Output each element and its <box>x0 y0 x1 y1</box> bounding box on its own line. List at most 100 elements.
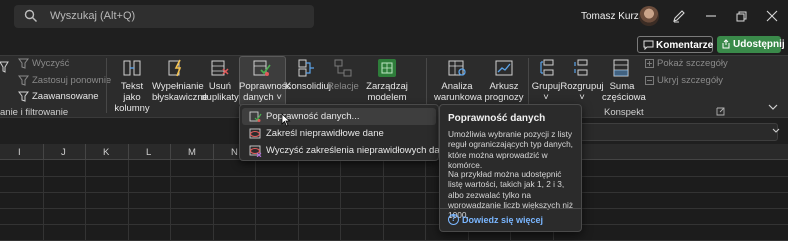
column-header-j[interactable]: J <box>61 147 66 158</box>
hide-detail-label[interactable]: Ukryj szczegóły <box>657 75 723 86</box>
ungroup-button[interactable]: Rozgrupuj ˅ <box>560 81 604 103</box>
circle-invalid-icon <box>249 128 261 139</box>
grid-column-line <box>298 160 299 241</box>
column-divider[interactable] <box>85 144 86 160</box>
group-button[interactable]: Grupuj ˅ <box>528 81 564 103</box>
flash-fill-icon <box>168 59 182 77</box>
clear-filter-label[interactable]: Wyczyść <box>32 58 69 69</box>
column-header-l[interactable]: L <box>146 147 151 158</box>
column-header-i[interactable]: I <box>18 147 21 158</box>
data-model-icon <box>378 59 396 77</box>
manage-data-model-label-1: Zarządzaj <box>366 81 408 92</box>
forecast-sheet-icon <box>495 60 513 76</box>
relationships-icon <box>334 59 352 77</box>
text-to-columns-label-1: Tekst jako <box>120 81 144 103</box>
show-detail-label[interactable]: Pokaż szczegóły <box>657 58 728 69</box>
tooltip-divider <box>440 208 581 209</box>
outline-group-label: Konspekt <box>604 107 644 118</box>
worksheet-grid[interactable] <box>0 160 788 241</box>
consolidate-icon <box>298 59 314 77</box>
comments-button[interactable]: Komentarze <box>637 36 713 53</box>
flash-fill-button[interactable]: Wypełnianie błyskawiczne <box>152 81 208 103</box>
forecast-sheet-label-2: prognozy <box>484 92 524 103</box>
menu-item-circle-invalid[interactable]: Zakreśl nieprawidłowe dane <box>242 125 436 142</box>
ungroup-icon <box>574 59 588 76</box>
group-label-2: ˅ <box>543 92 549 103</box>
menu-item-clear-circles[interactable]: Wyczyść zakreślenia nieprawidłowych dany… <box>242 142 460 159</box>
column-divider[interactable] <box>128 144 129 160</box>
search-icon <box>24 9 37 22</box>
collapse-ribbon-icon[interactable] <box>768 103 778 111</box>
remove-duplicates-label-1: Usuń <box>208 81 232 92</box>
data-validation-label-1: Poprawność <box>239 81 292 92</box>
search-box[interactable]: Wyszukaj (Alt+Q) <box>14 5 314 28</box>
data-validation-menu: Poprawność danych... Zakreśl nieprawidło… <box>239 104 460 161</box>
close-icon[interactable] <box>764 8 780 24</box>
expand-formula-bar-icon[interactable] <box>772 128 780 134</box>
remove-duplicates-button[interactable]: Usuń duplikaty <box>201 81 239 103</box>
reapply-icon <box>18 75 29 86</box>
column-header-k[interactable]: K <box>103 147 109 158</box>
menu-item-data-validation[interactable]: Poprawność danych... <box>242 108 436 125</box>
column-header-n[interactable]: N <box>231 147 238 158</box>
remove-duplicates-label-2: duplikaty <box>201 92 239 103</box>
share-label: Udostępnij <box>733 39 785 50</box>
grid-column-line <box>85 160 86 241</box>
comments-label: Komentarze <box>656 40 714 51</box>
group-label-1: Grupuj <box>531 81 561 92</box>
group-icon <box>540 59 554 76</box>
clear-filter-icon <box>18 58 29 69</box>
subtotal-icon <box>613 59 629 77</box>
grid-row-line <box>0 176 788 177</box>
grid-column-line <box>128 160 129 241</box>
minimize-icon[interactable] <box>703 8 719 24</box>
comment-icon <box>643 40 654 50</box>
text-to-columns-label-2: kolumny <box>114 103 150 114</box>
data-validation-icon <box>249 111 262 122</box>
column-divider[interactable] <box>43 144 44 160</box>
text-to-columns-button[interactable]: Tekst jako kolumny <box>111 81 153 114</box>
filter-icon[interactable] <box>0 60 10 74</box>
tooltip-example: Na przykład można udostępnić listę warto… <box>448 169 573 221</box>
share-icon <box>722 39 730 49</box>
what-if-analysis-label-1: Analiza <box>441 81 473 92</box>
column-header-m[interactable]: M <box>188 147 196 158</box>
restore-icon[interactable] <box>733 8 749 24</box>
advanced-filter-label[interactable]: Zaawansowane <box>32 91 99 102</box>
grid-column-line <box>255 160 256 241</box>
help-icon: ? <box>448 214 459 225</box>
flash-fill-label-1: Wypełnianie <box>152 81 204 92</box>
column-divider[interactable] <box>213 144 214 160</box>
forecast-sheet-button[interactable]: Arkusz prognozy <box>482 81 526 103</box>
subtotal-button[interactable]: Suma częściowa <box>602 81 646 103</box>
grid-column-line <box>340 160 341 241</box>
column-divider[interactable] <box>170 144 171 160</box>
pen-icon[interactable] <box>671 8 687 24</box>
what-if-analysis-icon <box>448 60 466 76</box>
consolidate-button[interactable]: Konsolidiuj <box>285 81 331 92</box>
grid-column-line <box>170 160 171 241</box>
mouse-cursor-icon <box>281 113 291 127</box>
relationships-button[interactable]: Relacje <box>326 81 360 92</box>
advanced-filter-icon <box>18 91 29 102</box>
grid-column-line <box>213 160 214 241</box>
ungroup-label-2: ˅ <box>579 92 585 103</box>
group-divider <box>106 58 107 113</box>
search-placeholder: Wyszukaj (Alt+Q) <box>50 10 136 22</box>
show-detail-icon <box>645 59 654 68</box>
grid-column-line <box>383 160 384 241</box>
share-button[interactable]: Udostępnij <box>717 36 785 53</box>
data-validation-label-2: danych ˅ <box>243 92 282 103</box>
grid-row-line <box>0 192 788 193</box>
data-validation-tooltip: Poprawność danych Umożliwia wybranie poz… <box>439 104 582 232</box>
data-validation-label: Poprawność danych ˅ <box>239 81 292 103</box>
dialog-launcher-icon[interactable] <box>716 107 725 116</box>
menu-item-label: Wyczyść zakreślenia nieprawidłowych dany… <box>266 145 460 156</box>
avatar[interactable] <box>639 6 659 26</box>
learn-more-link[interactable]: Dowiedz się więcej <box>462 215 543 225</box>
reapply-label[interactable]: Zastosuj ponownie <box>32 75 111 86</box>
forecast-sheet-label-1: Arkusz <box>489 81 519 92</box>
grid-row-line <box>0 224 788 225</box>
flash-fill-label-2: błyskawiczne <box>152 92 208 103</box>
clear-circles-icon <box>249 145 262 157</box>
